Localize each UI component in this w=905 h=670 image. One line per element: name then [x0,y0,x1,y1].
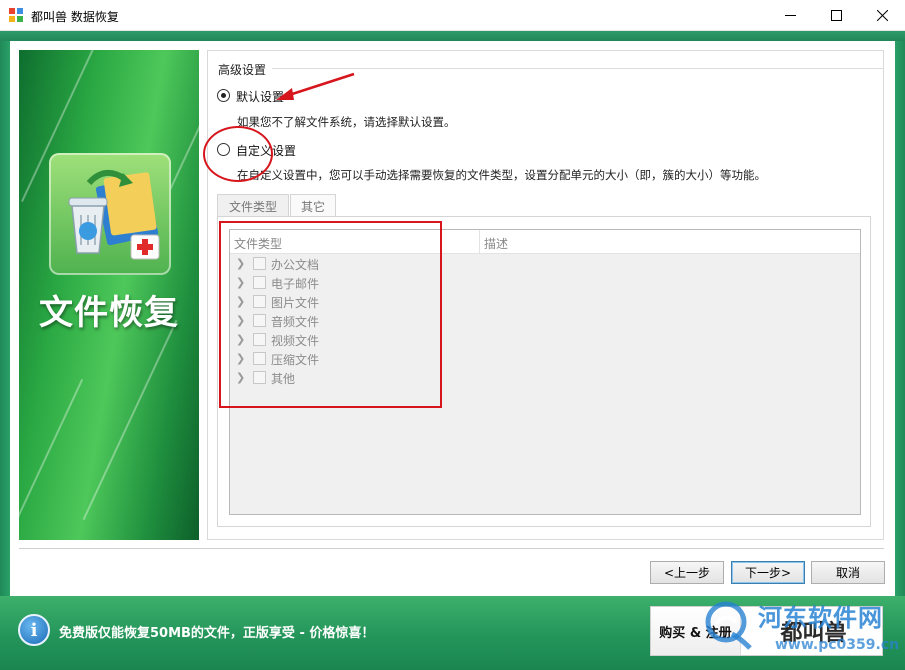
info-icon: i [18,614,50,646]
default-settings-description: 如果您不了解文件系统，请选择默认设置。 [237,115,456,129]
left-banner: 文件恢复 [19,50,199,540]
banner-title: 文件恢复 [39,293,179,333]
custom-settings-description: 在自定义设置中，您可以手动选择需要恢复的文件类型，设置分配单元的大小（即，簇的大… [237,168,766,182]
title-bar: 都叫兽 数据恢复 [0,0,905,31]
annotation-ellipse [203,126,273,182]
window-title: 都叫兽 数据恢复 [31,10,119,24]
advanced-settings-label: 高级设置 [218,63,267,77]
maximize-icon [830,9,842,21]
footer-divider [19,548,884,549]
watermark-logo-icon [705,601,752,650]
frame-top [0,31,905,41]
watermark-text: 河东软件网 [758,604,883,632]
tab-file-type[interactable]: 文件类型 [217,194,289,217]
recycle-bin-folder-icon [49,153,171,275]
next-step-button[interactable]: 下一步> [731,561,805,584]
tab-other[interactable]: 其它 [290,194,336,217]
column-header-description[interactable]: 描述 [484,235,508,252]
cancel-button[interactable]: 取消 [811,561,885,584]
maximize-button[interactable] [813,0,859,30]
close-icon [876,9,888,21]
frame-right [895,41,905,596]
minimize-button[interactable] [767,0,813,30]
group-divider [272,68,883,69]
default-settings-radio[interactable] [217,89,230,102]
previous-step-button[interactable]: <上一步 [650,561,724,584]
annotation-arrow-icon [276,72,355,100]
column-separator[interactable] [479,230,480,254]
watermark-url: www.pc0359.cn [775,637,900,653]
close-button[interactable] [859,0,905,30]
minimize-icon [784,14,796,16]
frame-left [0,41,10,596]
app-logo-icon [9,8,23,22]
annotation-rectangle [219,221,442,408]
promo-text: 免费版仅能恢复50MB的文件，正版享受 - 价格惊喜！ [59,626,375,641]
